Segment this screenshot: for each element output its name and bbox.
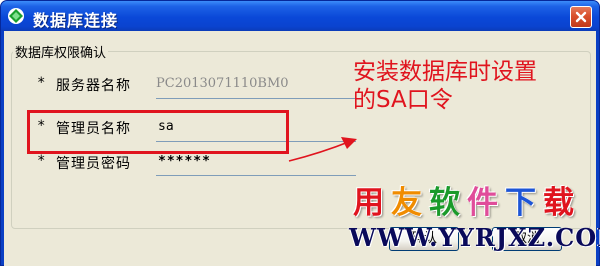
annotation-line-2: 的SA口令 [353, 87, 453, 113]
admin-password-field[interactable]: ****** [158, 154, 211, 169]
required-marker: * [37, 153, 46, 169]
watermark-char: 友 [391, 185, 422, 221]
required-marker: * [37, 75, 46, 91]
diamond-app-icon [8, 8, 24, 24]
annotation-line-1: 安装数据库时设置 [353, 59, 537, 85]
groupbox-legend: 数据库权限确认 [13, 42, 109, 61]
admin-password-label: 管理员密码 [56, 156, 131, 172]
admin-password-underline [156, 175, 356, 176]
watermark-char: 件 [467, 185, 498, 221]
watermark-char: 下 [505, 185, 536, 221]
window-title: 数据库连接 [33, 11, 119, 30]
server-name-field: PC2013071110BM0 [156, 76, 289, 91]
server-name-label: 服务器名称 [56, 78, 131, 94]
arrow-right-icon [288, 137, 357, 162]
title-bar[interactable]: 数据库连接 [1, 1, 599, 31]
close-button[interactable] [570, 6, 592, 28]
watermark-char: 软 [429, 185, 460, 221]
password-highlight-box [27, 110, 289, 154]
watermark-char: 用 [353, 185, 384, 221]
annotation-note: 安装数据库时设置 的SA口令 [353, 58, 537, 114]
server-name-underline [156, 98, 356, 99]
close-icon [575, 11, 587, 23]
watermark-url: WWW.YYRJXZ.COM [349, 223, 600, 252]
dialog-window: 数据库连接 数据库权限确认 * 服务器名称 PC2013071110BM0 * … [0, 0, 600, 266]
watermark-char: 载 [543, 185, 574, 221]
